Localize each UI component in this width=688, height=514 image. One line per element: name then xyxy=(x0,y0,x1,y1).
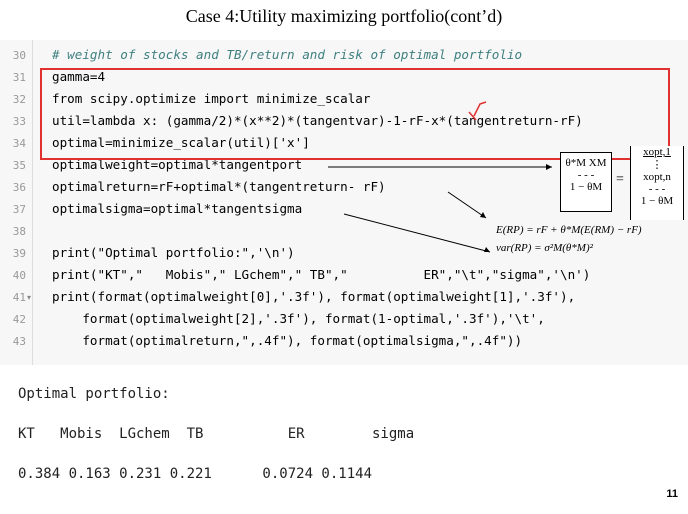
expected-return-equation: E(RP) = rF + θ*M(E(RM) − rF) xyxy=(496,224,642,236)
output-line-header: KT Mobis LGchem TB ER sigma xyxy=(18,426,415,442)
matrix-right: xopt,1 ⋮ xopt,n - - - 1 − θM xyxy=(630,146,684,220)
matrix-right-mid: xopt,n xyxy=(643,171,671,183)
slide-title: Case 4:Utility maximizing portfolio(cont… xyxy=(185,6,503,26)
code-editor[interactable]: 30 31 32 33 34 35 36 37 38 39 40 41 42 4… xyxy=(0,40,688,365)
matrix-left-dash: - - - xyxy=(577,169,595,181)
matrix-right-dash: - - - xyxy=(648,183,666,195)
output-line-values: 0.384 0.163 0.231 0.221 0.0724 0.1144 xyxy=(18,466,373,482)
matrix-right-dots: ⋮ xyxy=(651,159,663,171)
matrix-left: θ*M XM - - - 1 − θM xyxy=(560,152,612,212)
matrix-left-top: θ*M XM xyxy=(565,157,607,169)
equals-sign: = xyxy=(616,172,624,187)
matrix-left-bottom: 1 − θM xyxy=(569,181,603,193)
matrix-right-top: xopt,1 xyxy=(643,146,671,158)
matrix-right-bottom: 1 − θM xyxy=(640,195,674,207)
page-number: 11 xyxy=(666,488,678,500)
variance-equation: var(RP) = σ²M(θ*M)² xyxy=(496,242,593,254)
output-line-title: Optimal portfolio: xyxy=(18,386,170,402)
